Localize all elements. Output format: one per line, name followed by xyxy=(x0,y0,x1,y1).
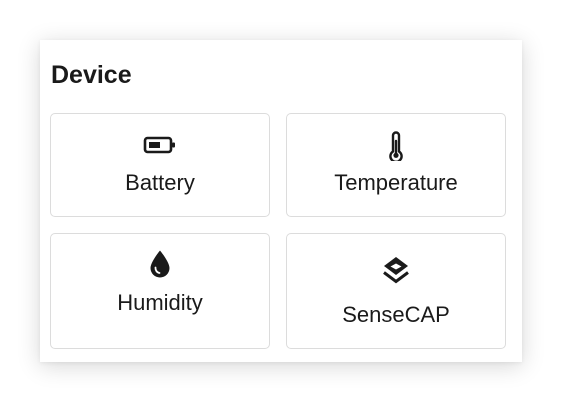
sensecap-label: SenseCAP xyxy=(342,302,450,327)
temperature-tile[interactable]: Temperature xyxy=(286,113,506,217)
humidity-tile[interactable]: Humidity xyxy=(50,233,270,349)
battery-tile[interactable]: Battery xyxy=(50,113,270,217)
sensecap-logo-icon xyxy=(383,257,409,284)
sensecap-tile[interactable]: SenseCAP xyxy=(286,233,506,349)
thermometer-icon xyxy=(389,131,403,161)
water-drop-icon xyxy=(150,250,170,278)
battery-label: Battery xyxy=(125,170,195,195)
humidity-label: Humidity xyxy=(117,290,203,315)
section-title: Device xyxy=(51,61,132,89)
device-panel: Device Battery Temperature Humidity Sens… xyxy=(40,40,522,362)
battery-icon xyxy=(143,136,175,154)
temperature-label: Temperature xyxy=(334,170,458,195)
